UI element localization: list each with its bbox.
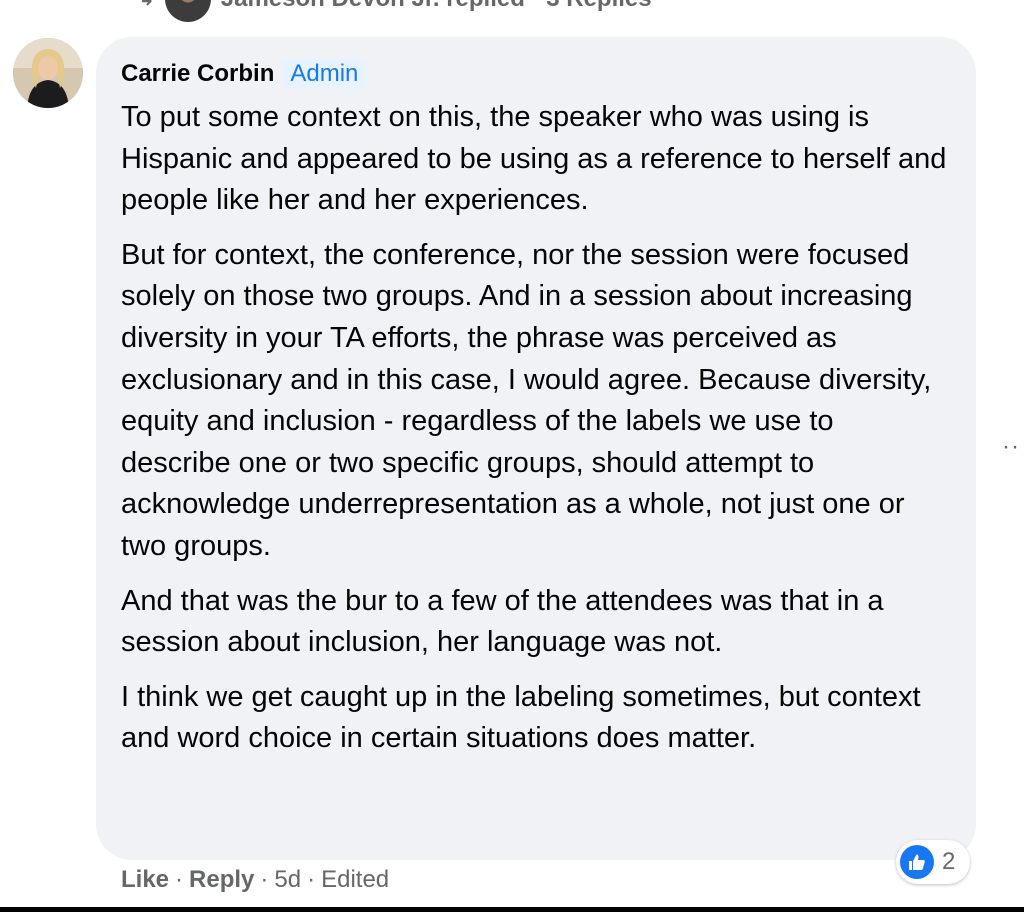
edited-label[interactable]: Edited <box>321 866 389 894</box>
like-thumbs-up-icon <box>900 845 934 879</box>
comment-actions: Like · Reply · 5d · Edited <box>121 866 389 894</box>
like-button[interactable]: Like <box>121 866 169 894</box>
separator-dot: · <box>260 866 269 893</box>
comment-bubble: Carrie Corbin Admin To put some context … <box>96 37 976 860</box>
reply-arrow-icon: ↳ <box>138 0 155 9</box>
reply-thread-summary[interactable]: ↳ Jameson Devon Jr. replied · 3 Replies <box>138 0 652 22</box>
separator-dot: · <box>175 866 184 893</box>
comment-paragraph: But for context, the conference, nor the… <box>121 238 932 562</box>
bottom-border <box>0 907 1024 912</box>
separator-dot: · <box>307 866 316 893</box>
comment-timestamp[interactable]: 5d <box>274 866 301 894</box>
comment-body: To put some context on this, the speaker… <box>121 97 948 760</box>
comment-paragraph: I think we get caught up in the labeling… <box>121 680 921 755</box>
comment-header: Carrie Corbin Admin <box>121 55 948 93</box>
reply-summary-text[interactable]: Jameson Devon Jr. replied · 3 Replies <box>221 0 652 13</box>
more-options-icon[interactable]: ·· <box>1002 433 1020 461</box>
avatar[interactable] <box>13 38 83 108</box>
admin-badge[interactable]: Admin <box>282 59 367 89</box>
replier-avatar[interactable] <box>164 0 211 22</box>
comment-paragraph: To put some context on this, the speaker… <box>121 101 947 217</box>
author-name[interactable]: Carrie Corbin <box>121 60 274 88</box>
profile-photo-icon <box>13 38 83 108</box>
comment-paragraph: And that was the bur to a few of the att… <box>121 584 884 659</box>
reply-button[interactable]: Reply <box>189 866 254 894</box>
reaction-count: 2 <box>942 848 956 875</box>
reaction-summary[interactable]: 2 <box>896 840 970 884</box>
comment-thread-page: ↳ Jameson Devon Jr. replied · 3 Replies … <box>0 0 1024 912</box>
